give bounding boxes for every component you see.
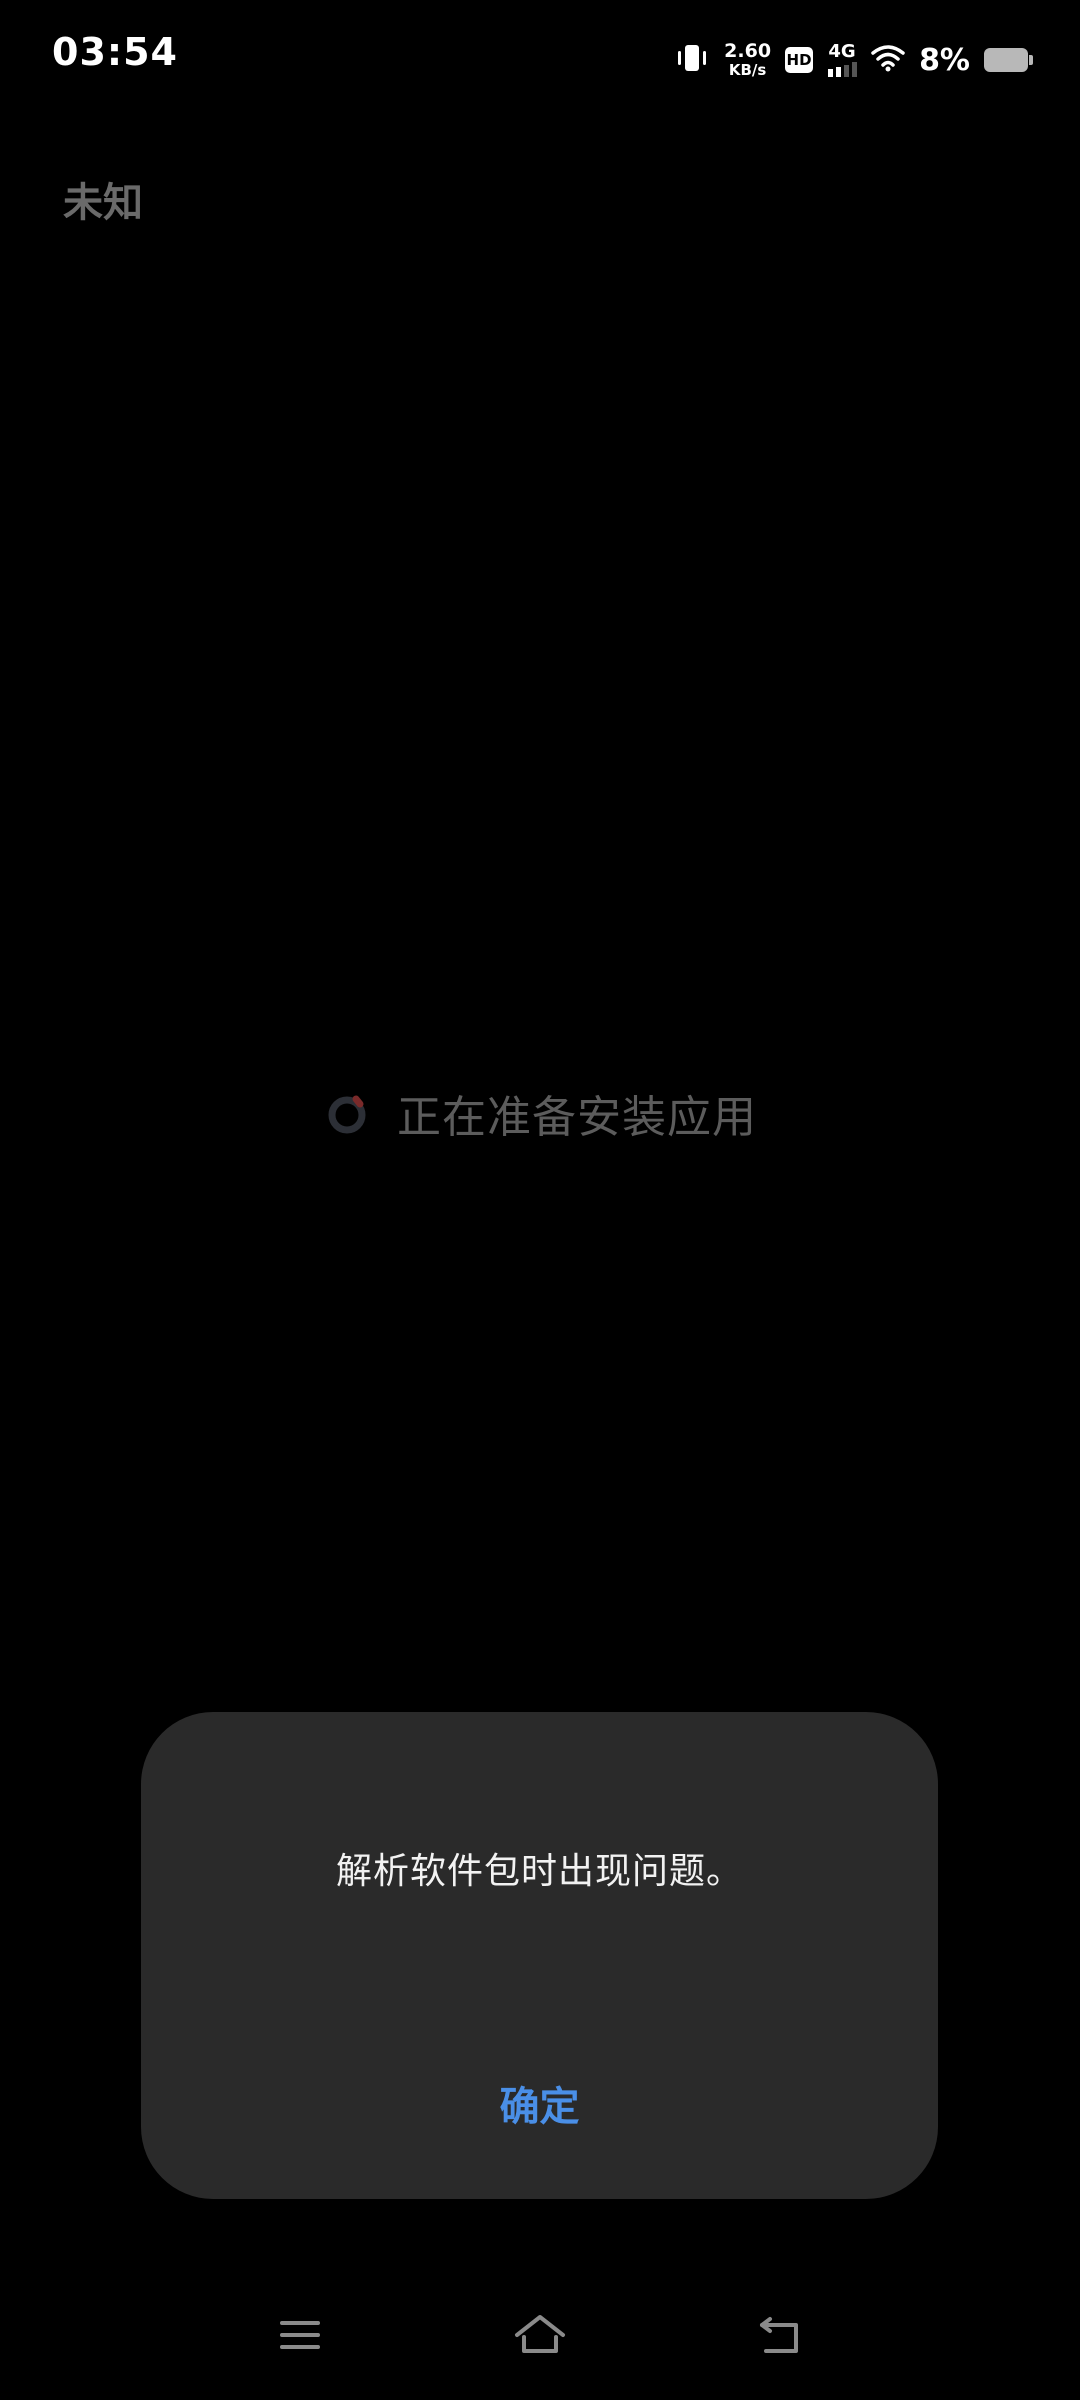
wifi-icon [871,43,905,77]
nav-home-button[interactable] [500,2305,580,2365]
speed-value: 2.60 [724,40,772,62]
dialog-message: 解析软件包时出现问题。 [335,1851,743,1892]
status-bar: 03:54 2.60 KB/s HD 4G 8% [0,0,1080,120]
vibrate-icon [674,42,710,78]
app-name: 未知 [63,180,143,226]
back-icon [760,2317,798,2353]
nav-back-button[interactable] [740,2305,820,2365]
progress-text: 正在准备安装应用 [397,1092,757,1143]
error-dialog: 解析软件包时出现问题。 确定 [141,1712,938,2199]
status-icons: 2.60 KB/s HD 4G 8% [674,36,1033,84]
network-speed: 2.60 KB/s [724,42,771,78]
battery-percent: 8% [919,42,970,78]
loading-spinner-icon [328,1095,366,1134]
home-icon [515,2315,565,2353]
signal-bars-icon [828,62,858,77]
install-progress: 正在准备安装应用 [0,1080,1080,1146]
ok-button[interactable]: 确定 [470,2062,610,2144]
battery-icon [984,48,1033,72]
status-time: 03:54 [52,30,178,74]
network-type: 4G [828,41,856,62]
speed-unit: KB/s [728,61,767,79]
hd-icon: HD [785,47,814,73]
nav-menu-button[interactable] [260,2305,340,2365]
menu-icon [280,2321,320,2349]
cellular-signal: 4G [827,41,858,77]
